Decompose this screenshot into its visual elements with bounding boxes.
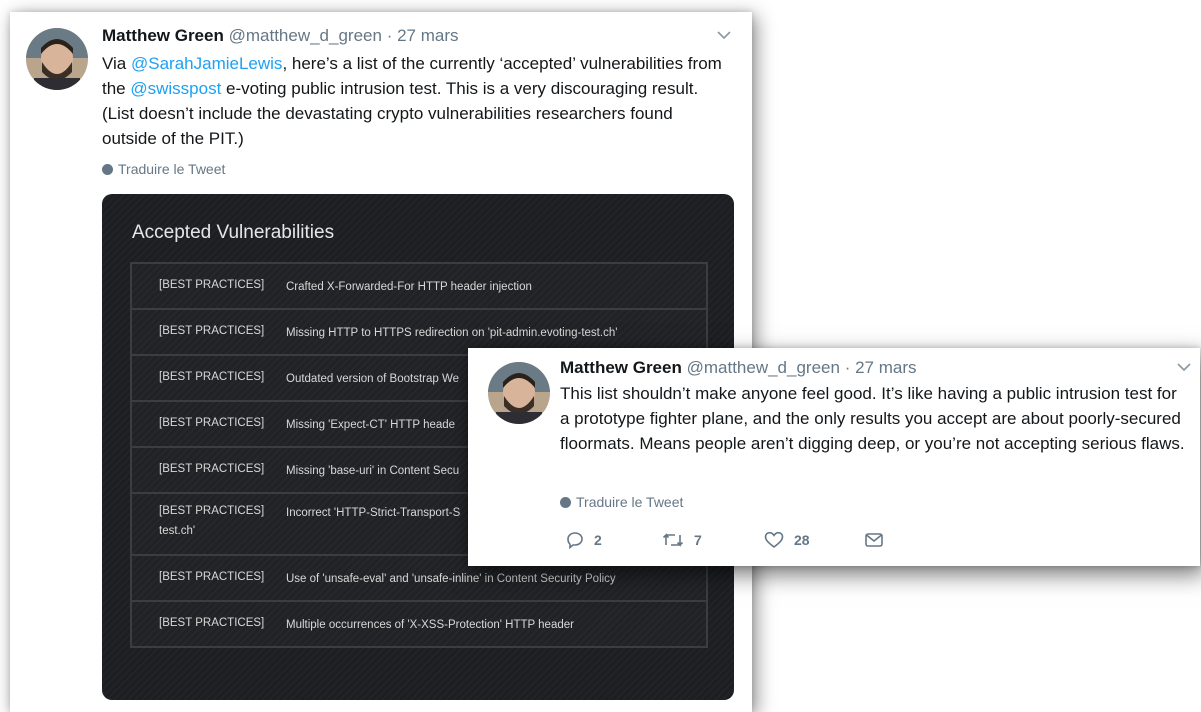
list-item: [BEST PRACTICES] Multiple occurrences of…: [132, 602, 706, 646]
tweet-text: Via @SarahJamieLewis, here’s a list of t…: [102, 51, 722, 151]
chevron-down-icon[interactable]: [716, 28, 732, 46]
reply-button[interactable]: 2: [566, 531, 602, 549]
image-title: Accepted Vulnerabilities: [132, 222, 335, 243]
vuln-desc: Multiple occurrences of 'X-XSS-Protectio…: [286, 619, 574, 631]
retweet-icon: [662, 533, 684, 547]
avatar[interactable]: [26, 28, 88, 90]
vuln-tag: [BEST PRACTICES]: [159, 505, 265, 517]
separator: ·: [386, 26, 393, 45]
tweet-text: This list shouldn’t make anyone feel goo…: [560, 384, 1185, 453]
author-name[interactable]: Matthew Green: [560, 358, 682, 377]
translate-label: Traduire le Tweet: [118, 161, 226, 177]
message-button[interactable]: [864, 531, 884, 549]
vuln-tag: [BEST PRACTICES]: [159, 325, 265, 337]
retweet-button[interactable]: 7: [662, 531, 702, 549]
like-button[interactable]: 28: [764, 531, 810, 549]
vuln-desc: Missing HTTP to HTTPS redirection on 'pi…: [286, 327, 618, 339]
tweet-date[interactable]: 27 mars: [855, 358, 916, 377]
vuln-desc: Use of 'unsafe-eval' and 'unsafe-inline'…: [286, 573, 616, 585]
translate-link[interactable]: Traduire le Tweet: [560, 494, 683, 510]
author-handle[interactable]: @matthew_d_green: [229, 26, 382, 45]
tweet-card-2[interactable]: Matthew Green @matthew_d_green · 27 mars…: [468, 348, 1200, 566]
separator: ·: [844, 358, 851, 377]
globe-icon: [102, 164, 113, 175]
tweet-date[interactable]: 27 mars: [397, 26, 458, 45]
message-icon: [865, 533, 883, 547]
tweet-header: Matthew Green @matthew_d_green · 27 mars: [102, 26, 459, 46]
tweet-header: Matthew Green @matthew_d_green · 27 mars: [560, 358, 917, 378]
vuln-tag: [BEST PRACTICES]: [159, 279, 265, 291]
retweet-count: 7: [694, 532, 702, 548]
list-item: [BEST PRACTICES] Crafted X-Forwarded-For…: [132, 264, 706, 310]
mention-link[interactable]: @swisspost: [130, 79, 221, 98]
like-count: 28: [794, 532, 810, 548]
vuln-tag: [BEST PRACTICES]: [159, 617, 265, 629]
translate-link[interactable]: Traduire le Tweet: [102, 161, 225, 177]
vuln-tag: [BEST PRACTICES]: [159, 571, 265, 583]
author-handle[interactable]: @matthew_d_green: [687, 358, 840, 377]
mention-link[interactable]: @SarahJamieLewis: [131, 54, 282, 73]
tweet-text-part: Via: [102, 54, 131, 73]
avatar[interactable]: [488, 362, 550, 424]
globe-icon: [560, 497, 571, 508]
vuln-desc: Crafted X-Forwarded-For HTTP header inje…: [286, 281, 532, 293]
translate-label: Traduire le Tweet: [576, 494, 684, 510]
reply-icon: [567, 532, 583, 549]
reply-count: 2: [594, 532, 602, 548]
like-icon: [764, 531, 784, 549]
author-name[interactable]: Matthew Green: [102, 26, 224, 45]
chevron-down-icon[interactable]: [1176, 360, 1192, 378]
vuln-tag: [BEST PRACTICES]: [159, 417, 265, 429]
vuln-tag: [BEST PRACTICES]: [159, 463, 265, 475]
vuln-tag: [BEST PRACTICES]: [159, 371, 265, 383]
vuln-desc-continued: test.ch': [159, 525, 196, 537]
